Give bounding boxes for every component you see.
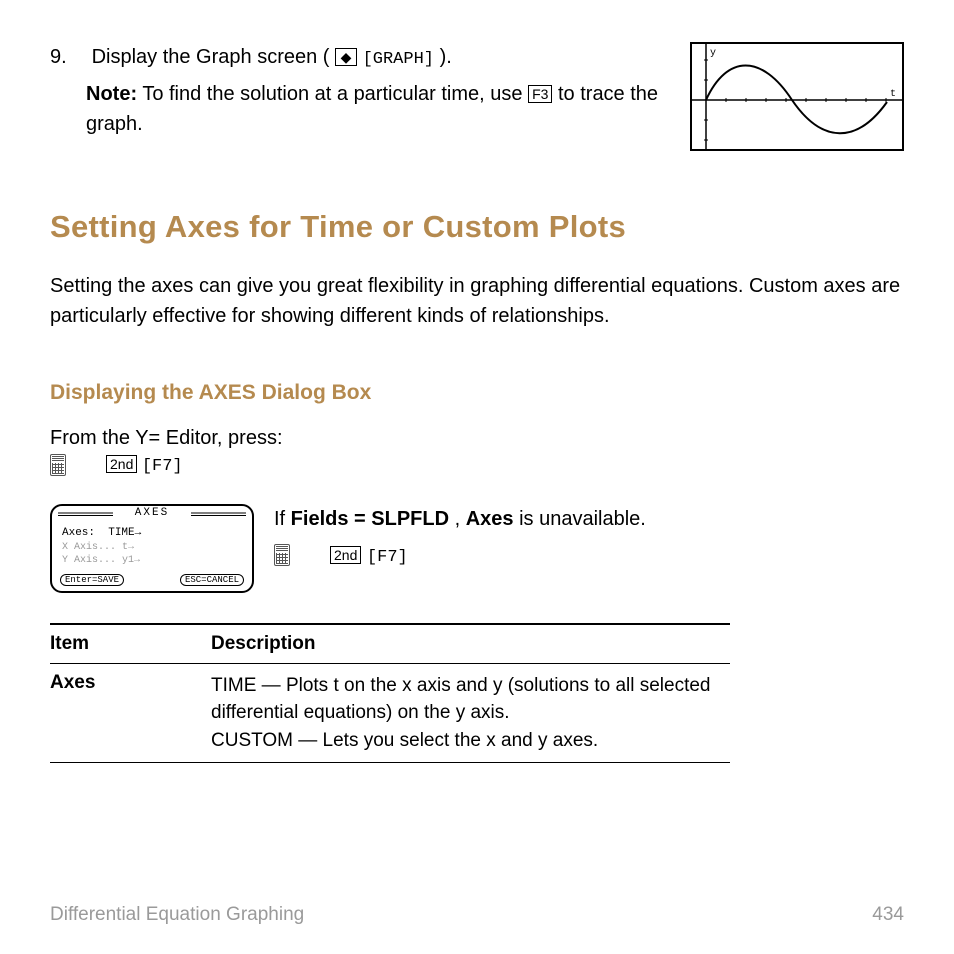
cap-a: If [274, 508, 291, 530]
step-number: 9. [50, 42, 86, 72]
calculator-icon [50, 454, 66, 476]
step-text-b: ). [440, 46, 452, 68]
bracket-close-2: ] [172, 457, 182, 476]
f3-key-icon: F3 [528, 85, 552, 103]
bracket-close-3: ] [398, 548, 408, 567]
step-note: Note: To find the solution at a particul… [86, 79, 662, 139]
manual-page: 9. Display the Graph screen ( ◆ [GRAPH] … [0, 0, 954, 954]
axis-y-label: y [710, 48, 716, 59]
from-line: From the Y= Editor, press: [50, 427, 904, 450]
page-number: 434 [872, 904, 904, 926]
f7-key-label-2: F7 [377, 548, 397, 567]
note-a: To find the solution at a particular tim… [142, 83, 528, 105]
dialog-cancel-button: ESC=CANCEL [180, 574, 244, 586]
dialog-dim-1: X Axis... t→ [62, 541, 242, 555]
desc-a: TIME — Plots t on the x axis and y (solu… [211, 675, 711, 724]
footer-section: Differential Equation Graphing [50, 904, 304, 926]
page-footer: Differential Equation Graphing 434 [50, 904, 904, 926]
bracket-open-3: [ [367, 548, 377, 567]
col-description: Description [211, 624, 730, 664]
dialog-body: Axes: TIME→ X Axis... t→ Y Axis... y1→ [52, 521, 252, 572]
bracket-open-2: [ [142, 457, 152, 476]
calculator-icon-2 [274, 544, 290, 566]
dialog-save-button: Enter=SAVE [60, 574, 124, 586]
f7-key-label: F7 [152, 457, 172, 476]
bracket-close: ] [424, 50, 434, 69]
table-header-row: Item Description [50, 624, 730, 664]
dialog-row-axes: Axes: TIME→ [62, 526, 242, 541]
cap-c: , [455, 508, 466, 530]
dialog-dim-2: Y Axis... y1→ [62, 554, 242, 568]
subsection-heading: Displaying the AXES Dialog Box [50, 381, 904, 405]
step-9-block: 9. Display the Graph screen ( ◆ [GRAPH] … [50, 42, 904, 151]
dialog-title: AXES [52, 506, 252, 521]
bracket-open: [ [363, 50, 373, 69]
axes-label: Axes: [62, 527, 95, 539]
section-heading: Setting Axes for Time or Custom Plots [50, 209, 904, 245]
desc-b: CUSTOM — Lets you select the x and y axe… [211, 730, 598, 751]
axes-value: TIME→ [108, 527, 141, 539]
cap-d: Axes [466, 508, 514, 530]
step-text-a: Display the Graph screen ( [92, 46, 330, 68]
graph-svg: y t [692, 44, 902, 149]
keys-1: 2nd [F7] [106, 455, 183, 476]
dialog-buttons: Enter=SAVE ESC=CANCEL [52, 572, 252, 591]
axes-dialog: AXES Axes: TIME→ X Axis... t→ Y Axis... … [50, 504, 254, 593]
cap-b: Fields = SLPFLD [291, 508, 449, 530]
intro-paragraph: Setting the axes can give you great flex… [50, 271, 904, 331]
graph-key-label: GRAPH [373, 50, 424, 69]
note-label: Note: [86, 83, 137, 105]
row-item: Axes [50, 672, 95, 693]
table-row: Axes TIME — Plots t on the x axis and y … [50, 663, 730, 763]
second-key-icon-2: 2nd [330, 546, 361, 564]
items-table: Item Description Axes TIME — Plots t on … [50, 623, 730, 764]
col-item: Item [50, 624, 211, 664]
graph-screenshot: y t [690, 42, 904, 151]
keypress-line-2: 2nd [F7] [274, 540, 646, 571]
dialog-caption: If Fields = SLPFLD , Axes is unavailable… [274, 504, 646, 571]
step-9-text: 9. Display the Graph screen ( ◆ [GRAPH] … [50, 42, 662, 139]
axis-t-label: t [890, 89, 896, 100]
dialog-row: AXES Axes: TIME→ X Axis... t→ Y Axis... … [50, 504, 904, 593]
row-desc: TIME — Plots t on the x axis and y (solu… [211, 663, 730, 763]
keypress-line-1: 2nd [F7] [50, 454, 904, 476]
diamond-key-icon: ◆ [335, 48, 357, 66]
keys-2: 2nd [F7] [330, 540, 408, 571]
cap-e: is unavailable. [519, 508, 646, 530]
second-key-icon: 2nd [106, 455, 137, 473]
